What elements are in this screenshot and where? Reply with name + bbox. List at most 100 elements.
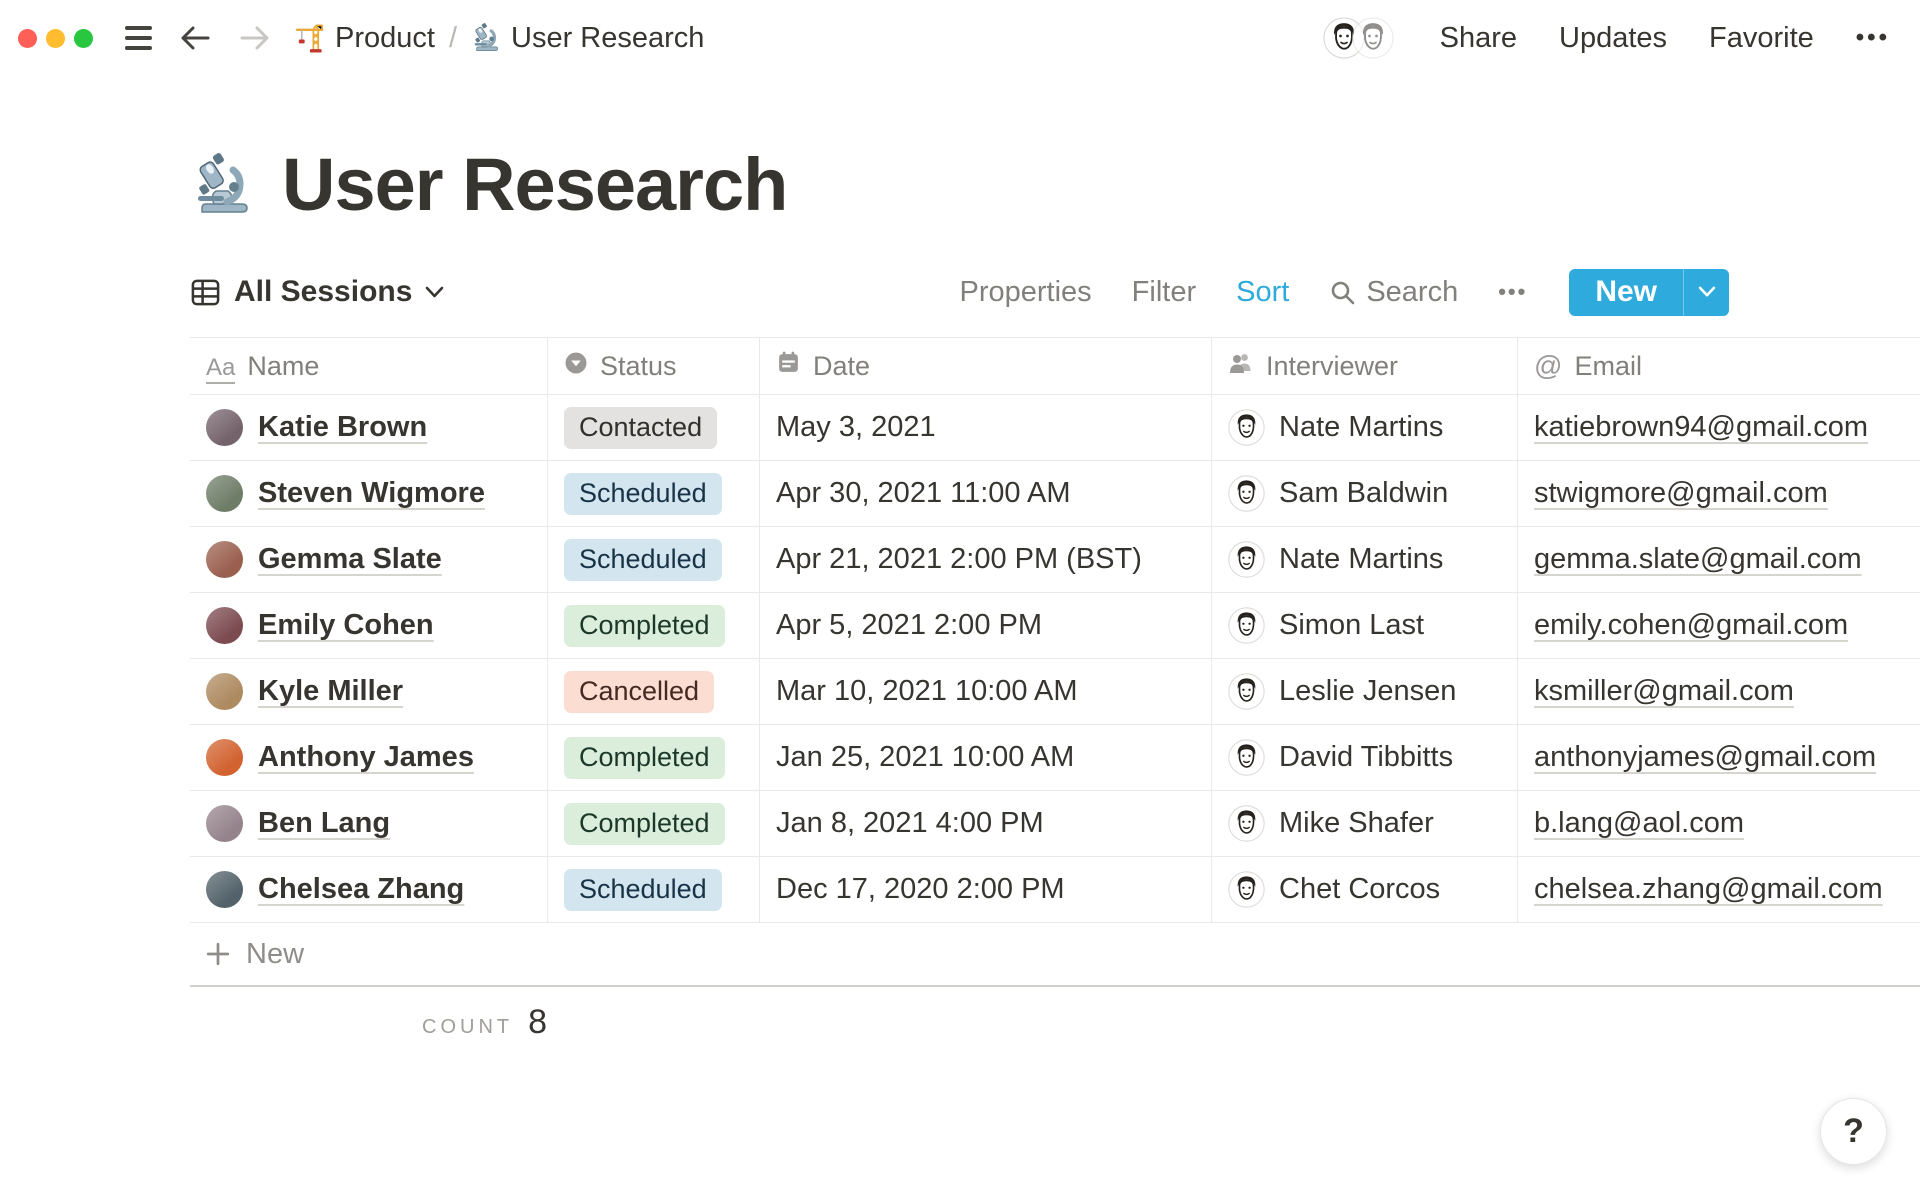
- chevron-down-icon: [426, 286, 444, 297]
- interviewer-cell[interactable]: Mike Shafer: [1212, 791, 1518, 857]
- zoom-window-button[interactable]: [74, 28, 93, 48]
- page-header: User Research: [190, 142, 1920, 227]
- interviewer-cell[interactable]: Chet Corcos: [1212, 857, 1518, 923]
- email-cell[interactable]: katiebrown94@gmail.com: [1518, 395, 1920, 461]
- date-cell[interactable]: Dec 17, 2020 2:00 PM: [760, 857, 1212, 923]
- share-button[interactable]: Share: [1440, 22, 1517, 55]
- favorite-button[interactable]: Favorite: [1709, 22, 1814, 55]
- name-cell[interactable]: Ben Lang: [190, 791, 548, 857]
- person-name-link[interactable]: Steven Wigmore: [258, 477, 485, 510]
- properties-button[interactable]: Properties: [960, 276, 1092, 309]
- status-cell[interactable]: Scheduled: [548, 461, 760, 527]
- date-cell[interactable]: Apr 30, 2021 11:00 AM: [760, 461, 1212, 527]
- email-cell[interactable]: ksmiller@gmail.com: [1518, 659, 1920, 725]
- person-name-link[interactable]: Katie Brown: [258, 411, 427, 444]
- add-row-button[interactable]: New: [190, 923, 1920, 987]
- name-cell[interactable]: Chelsea Zhang: [190, 857, 548, 923]
- interviewer-cell[interactable]: Nate Martins: [1212, 527, 1518, 593]
- microscope-icon[interactable]: [190, 153, 254, 217]
- date-cell[interactable]: Mar 10, 2021 10:00 AM: [760, 659, 1212, 725]
- email-link[interactable]: anthonyjames@gmail.com: [1534, 741, 1876, 774]
- email-link[interactable]: ksmiller@gmail.com: [1534, 675, 1794, 708]
- email-link[interactable]: b.lang@aol.com: [1534, 807, 1744, 840]
- collaborator-avatars[interactable]: [1322, 17, 1394, 59]
- back-button[interactable]: [178, 24, 212, 52]
- filter-button[interactable]: Filter: [1132, 276, 1196, 309]
- name-cell[interactable]: Kyle Miller: [190, 659, 548, 725]
- forward-button[interactable]: [238, 24, 272, 52]
- person-name-link[interactable]: Emily Cohen: [258, 609, 434, 642]
- column-header-email[interactable]: @ Email: [1518, 337, 1920, 395]
- email-link[interactable]: chelsea.zhang@gmail.com: [1534, 873, 1883, 906]
- breadcrumb-item-product[interactable]: Product: [294, 22, 435, 55]
- person-name-link[interactable]: Anthony James: [258, 741, 474, 774]
- column-header-interviewer[interactable]: Interviewer: [1212, 337, 1518, 395]
- person-name-link[interactable]: Chelsea Zhang: [258, 873, 464, 906]
- search-label: Search: [1366, 275, 1459, 308]
- search-button[interactable]: Search: [1329, 276, 1458, 309]
- email-cell[interactable]: b.lang@aol.com: [1518, 791, 1920, 857]
- status-cell[interactable]: Cancelled: [548, 659, 760, 725]
- person-name-link[interactable]: Ben Lang: [258, 807, 390, 840]
- search-icon: [1332, 281, 1355, 304]
- new-button-dropdown[interactable]: [1683, 268, 1729, 316]
- status-badge: Completed: [564, 802, 725, 845]
- name-cell[interactable]: Anthony James: [190, 725, 548, 791]
- date-cell[interactable]: May 3, 2021: [760, 395, 1212, 461]
- interviewer-avatar: [1228, 409, 1265, 446]
- breadcrumb-item-user-research[interactable]: User Research: [471, 22, 704, 55]
- interviewer-avatar: [1228, 541, 1265, 578]
- sidebar-menu-icon[interactable]: [125, 26, 152, 50]
- email-cell[interactable]: emily.cohen@gmail.com: [1518, 593, 1920, 659]
- email-link[interactable]: stwigmore@gmail.com: [1534, 477, 1828, 510]
- column-header-date[interactable]: Date: [760, 337, 1212, 395]
- date-cell[interactable]: Apr 5, 2021 2:00 PM: [760, 593, 1212, 659]
- close-window-button[interactable]: [18, 28, 37, 48]
- minimize-window-button[interactable]: [46, 28, 65, 48]
- column-header-status[interactable]: Status: [548, 337, 760, 395]
- help-button[interactable]: ?: [1820, 1098, 1887, 1165]
- page-title[interactable]: User Research: [282, 142, 788, 227]
- new-button-label[interactable]: New: [1569, 269, 1683, 316]
- name-cell[interactable]: Emily Cohen: [190, 593, 548, 659]
- status-cell[interactable]: Completed: [548, 791, 760, 857]
- interviewer-cell[interactable]: Simon Last: [1212, 593, 1518, 659]
- email-link[interactable]: emily.cohen@gmail.com: [1534, 609, 1848, 642]
- new-record-button[interactable]: New: [1569, 268, 1729, 316]
- status-cell[interactable]: Scheduled: [548, 857, 760, 923]
- date-cell[interactable]: Jan 25, 2021 10:00 AM: [760, 725, 1212, 791]
- interviewer-cell[interactable]: Nate Martins: [1212, 395, 1518, 461]
- status-badge: Completed: [564, 604, 725, 647]
- interviewer-cell[interactable]: Sam Baldwin: [1212, 461, 1518, 527]
- email-link[interactable]: gemma.slate@gmail.com: [1534, 543, 1862, 576]
- email-cell[interactable]: anthonyjames@gmail.com: [1518, 725, 1920, 791]
- avatar: [206, 739, 243, 776]
- chevron-down-icon: [1698, 286, 1715, 297]
- status-cell[interactable]: Scheduled: [548, 527, 760, 593]
- name-cell[interactable]: Katie Brown: [190, 395, 548, 461]
- text-property-icon: Aa: [206, 353, 236, 384]
- breadcrumb-label: Product: [335, 21, 435, 54]
- interviewer-cell[interactable]: David Tibbitts: [1212, 725, 1518, 791]
- email-cell[interactable]: stwigmore@gmail.com: [1518, 461, 1920, 527]
- more-options-icon[interactable]: •••: [1856, 24, 1890, 52]
- date-cell[interactable]: Apr 21, 2021 2:00 PM (BST): [760, 527, 1212, 593]
- email-cell[interactable]: gemma.slate@gmail.com: [1518, 527, 1920, 593]
- date-cell[interactable]: Jan 8, 2021 4:00 PM: [760, 791, 1212, 857]
- view-more-options-icon[interactable]: •••: [1498, 279, 1527, 305]
- person-name-link[interactable]: Kyle Miller: [258, 675, 403, 708]
- sort-button[interactable]: Sort: [1236, 276, 1289, 309]
- status-cell[interactable]: Contacted: [548, 395, 760, 461]
- updates-button[interactable]: Updates: [1559, 22, 1667, 55]
- column-header-name[interactable]: Aa Name: [190, 337, 548, 395]
- status-cell[interactable]: Completed: [548, 725, 760, 791]
- name-cell[interactable]: Steven Wigmore: [190, 461, 548, 527]
- email-cell[interactable]: chelsea.zhang@gmail.com: [1518, 857, 1920, 923]
- person-name-link[interactable]: Gemma Slate: [258, 543, 442, 576]
- interviewer-cell[interactable]: Leslie Jensen: [1212, 659, 1518, 725]
- status-cell[interactable]: Completed: [548, 593, 760, 659]
- name-cell[interactable]: Gemma Slate: [190, 527, 548, 593]
- email-link[interactable]: katiebrown94@gmail.com: [1534, 411, 1868, 444]
- view-switcher[interactable]: All Sessions: [190, 275, 444, 309]
- count-label[interactable]: COUNT: [422, 1016, 513, 1039]
